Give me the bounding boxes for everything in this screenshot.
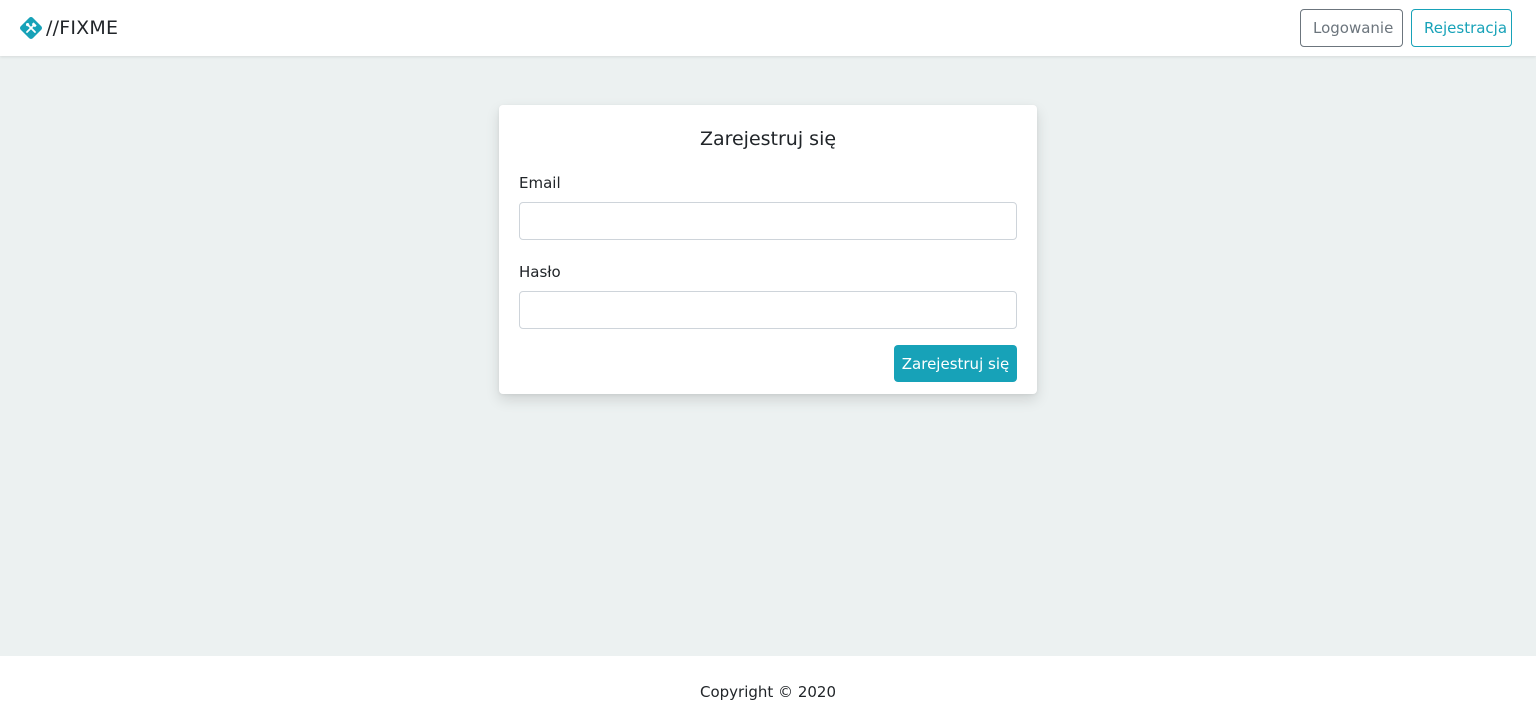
- submit-register-button[interactable]: Zarejestruj się: [894, 345, 1017, 382]
- register-card: Zarejestruj się Email Hasło Zarejestruj …: [499, 105, 1037, 394]
- email-field[interactable]: [519, 202, 1017, 240]
- form-title: Zarejestruj się: [699, 128, 837, 150]
- brand-link[interactable]: //FIXME: [18, 15, 118, 41]
- password-label: Hasło: [519, 263, 561, 281]
- navbar: //FIXME Logowanie Rejestracja: [0, 0, 1536, 56]
- register-nav-button[interactable]: Rejestracja: [1411, 9, 1512, 47]
- copyright-text: Copyright © 2020: [699, 683, 836, 701]
- footer: Copyright © 2020: [0, 656, 1536, 728]
- nav-actions: Logowanie Rejestracja: [1300, 9, 1512, 47]
- brand-title: //FIXME: [46, 17, 119, 39]
- login-button[interactable]: Logowanie: [1300, 9, 1403, 47]
- email-label: Email: [519, 174, 561, 192]
- tools-icon: [18, 15, 44, 41]
- form-actions: Zarejestruj się: [519, 345, 1017, 382]
- password-field[interactable]: [519, 291, 1017, 329]
